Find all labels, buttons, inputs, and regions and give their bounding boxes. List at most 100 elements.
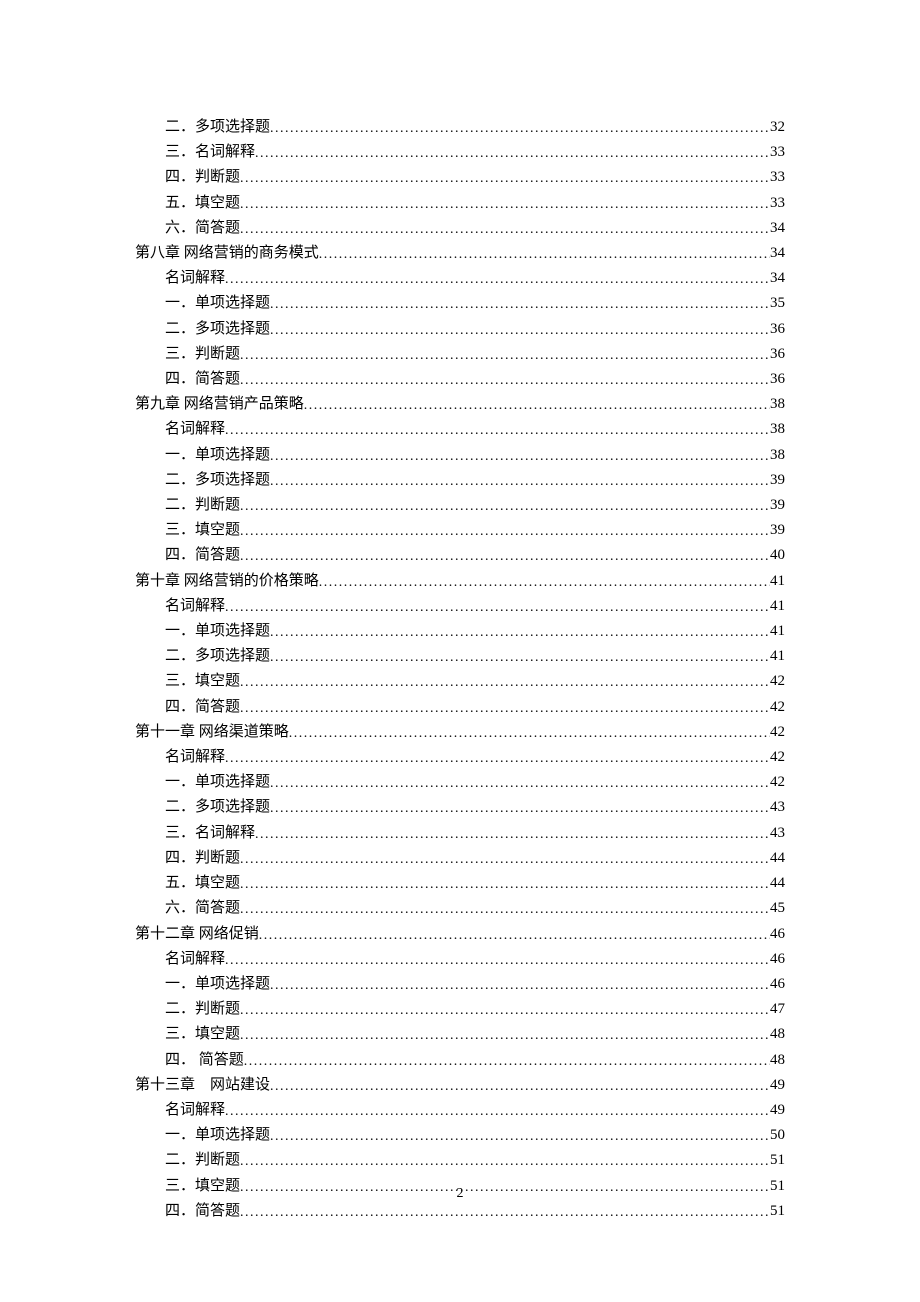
toc-entry[interactable]: 二．多项选择题43 (135, 795, 785, 820)
toc-entry[interactable]: 第九章 网络营销产品策略38 (135, 392, 785, 417)
toc-entry[interactable]: 一．单项选择题35 (135, 291, 785, 316)
toc-entry-page: 36 (770, 317, 785, 341)
toc-entry-page: 36 (770, 367, 785, 391)
toc-entry-page: 47 (770, 997, 785, 1021)
toc-entry-page: 34 (770, 241, 785, 265)
toc-entry[interactable]: 六．简答题45 (135, 896, 785, 921)
toc-entry[interactable]: 三．填空题42 (135, 669, 785, 694)
toc-entry[interactable]: 三．判断题36 (135, 342, 785, 367)
toc-entry-title: 五．填空题 (165, 871, 240, 895)
toc-entry[interactable]: 第十二章 网络促销46 (135, 922, 785, 947)
toc-entry[interactable]: 五．填空题33 (135, 191, 785, 216)
toc-entry-page: 32 (770, 115, 785, 139)
toc-entry-title: 三．判断题 (165, 342, 240, 366)
toc-entry[interactable]: 四．判断题33 (135, 165, 785, 190)
toc-leader-dots (270, 1125, 770, 1149)
toc-entry-title: 名词解释 (165, 266, 225, 290)
toc-leader-dots (240, 193, 770, 217)
toc-entry[interactable]: 名词解释 38 (135, 417, 785, 442)
toc-entry-title: 三．填空题 (165, 518, 240, 542)
toc-leader-dots (240, 1201, 770, 1225)
toc-entry[interactable]: 二．判断题51 (135, 1148, 785, 1173)
toc-entry-page: 38 (770, 417, 785, 441)
toc-entry[interactable]: 二．多项选择题36 (135, 317, 785, 342)
toc-entry[interactable]: 名词解释46 (135, 947, 785, 972)
toc-entry-page: 34 (770, 266, 785, 290)
toc-entry-page: 39 (770, 468, 785, 492)
toc-entry[interactable]: 二．多项选择题 39 (135, 468, 785, 493)
toc-entry[interactable]: 六．简答题34 (135, 216, 785, 241)
toc-entry-page: 34 (770, 216, 785, 240)
toc-leader-dots (225, 1100, 770, 1124)
toc-leader-dots (240, 898, 770, 922)
toc-entry-title: 二．判断题 (165, 493, 240, 517)
toc-entry-page: 50 (770, 1123, 785, 1147)
toc-entry-page: 39 (770, 518, 785, 542)
toc-leader-dots (270, 445, 770, 469)
toc-entry-title: 二．判断题 (165, 997, 240, 1021)
toc-entry[interactable]: 名词解释49 (135, 1098, 785, 1123)
toc-entry-title: 第八章 网络营销的商务模式 (135, 241, 319, 265)
toc-leader-dots (225, 419, 770, 443)
toc-leader-dots (240, 1150, 770, 1174)
toc-entry-title: 名词解释 (165, 745, 225, 769)
toc-entry-page: 42 (770, 720, 785, 744)
toc-leader-dots (270, 1075, 770, 1099)
toc-entry[interactable]: 二．判断题 39 (135, 493, 785, 518)
toc-entry-title: 五．填空题 (165, 191, 240, 215)
toc-leader-dots (270, 646, 770, 670)
toc-entry[interactable]: 三．填空题 39 (135, 518, 785, 543)
toc-entry[interactable]: 第十章 网络营销的价格策略 41 (135, 569, 785, 594)
toc-entry[interactable]: 二．多项选择题 32 (135, 115, 785, 140)
toc-leader-dots (270, 293, 770, 317)
toc-entry[interactable]: 四．判断题44 (135, 846, 785, 871)
toc-entry[interactable]: 三．名词解释33 (135, 140, 785, 165)
toc-entry-page: 43 (770, 821, 785, 845)
toc-leader-dots (270, 470, 770, 494)
toc-leader-dots (240, 848, 770, 872)
toc-entry-page: 48 (770, 1048, 785, 1072)
toc-entry[interactable]: 一．单项选择题42 (135, 770, 785, 795)
toc-entry[interactable]: 名词解释41 (135, 594, 785, 619)
toc-entry-title: 二．多项选择题 (165, 644, 270, 668)
toc-entry-title: 第十章 网络营销的价格策略 (135, 569, 319, 593)
toc-entry[interactable]: 四．简答题42 (135, 695, 785, 720)
toc-entry-page: 41 (770, 644, 785, 668)
toc-entry[interactable]: 三．填空题48 (135, 1022, 785, 1047)
toc-entry[interactable]: 四．简答题51 (135, 1199, 785, 1224)
toc-entry-page: 46 (770, 922, 785, 946)
toc-entry-page: 49 (770, 1073, 785, 1097)
toc-entry[interactable]: 第八章 网络营销的商务模式 34 (135, 241, 785, 266)
toc-entry-page: 38 (770, 392, 785, 416)
toc-entry[interactable]: 五．填空题44 (135, 871, 785, 896)
toc-entry-title: 二．多项选择题 (165, 468, 270, 492)
toc-leader-dots (225, 268, 770, 292)
toc-entry[interactable]: 四．简答题40 (135, 543, 785, 568)
toc-entry[interactable]: 名词解释 34 (135, 266, 785, 291)
toc-entry[interactable]: 四． 简答题48 (135, 1048, 785, 1073)
toc-entry[interactable]: 一．单项选择题50 (135, 1123, 785, 1148)
toc-entry[interactable]: 一．单项选择题46 (135, 972, 785, 997)
toc-leader-dots (270, 772, 770, 796)
toc-leader-dots (240, 999, 770, 1023)
toc-entry-title: 名词解释 (165, 417, 225, 441)
toc-leader-dots (240, 545, 770, 569)
toc-entry[interactable]: 三．名词解释43 (135, 821, 785, 846)
toc-entry-page: 46 (770, 972, 785, 996)
toc-leader-dots (240, 1024, 770, 1048)
toc-entry-page: 41 (770, 569, 785, 593)
toc-entry-page: 38 (770, 443, 785, 467)
toc-entry[interactable]: 第十一章 网络渠道策略 42 (135, 720, 785, 745)
toc-entry[interactable]: 二．多项选择题 41 (135, 644, 785, 669)
toc-entry-title: 二．多项选择题 (165, 115, 270, 139)
toc-entry-page: 51 (770, 1148, 785, 1172)
toc-entry[interactable]: 一．单项选择题38 (135, 443, 785, 468)
toc-entry[interactable]: 名词解释42 (135, 745, 785, 770)
toc-entry[interactable]: 二．判断题 47 (135, 997, 785, 1022)
toc-entry-page: 33 (770, 165, 785, 189)
toc-entry[interactable]: 一．单项选择题41 (135, 619, 785, 644)
toc-entry[interactable]: 第十三章 网站建设49 (135, 1073, 785, 1098)
toc-entry-title: 第十一章 网络渠道策略 (135, 720, 289, 744)
toc-entry[interactable]: 四．简答题36 (135, 367, 785, 392)
toc-entry-page: 39 (770, 493, 785, 517)
